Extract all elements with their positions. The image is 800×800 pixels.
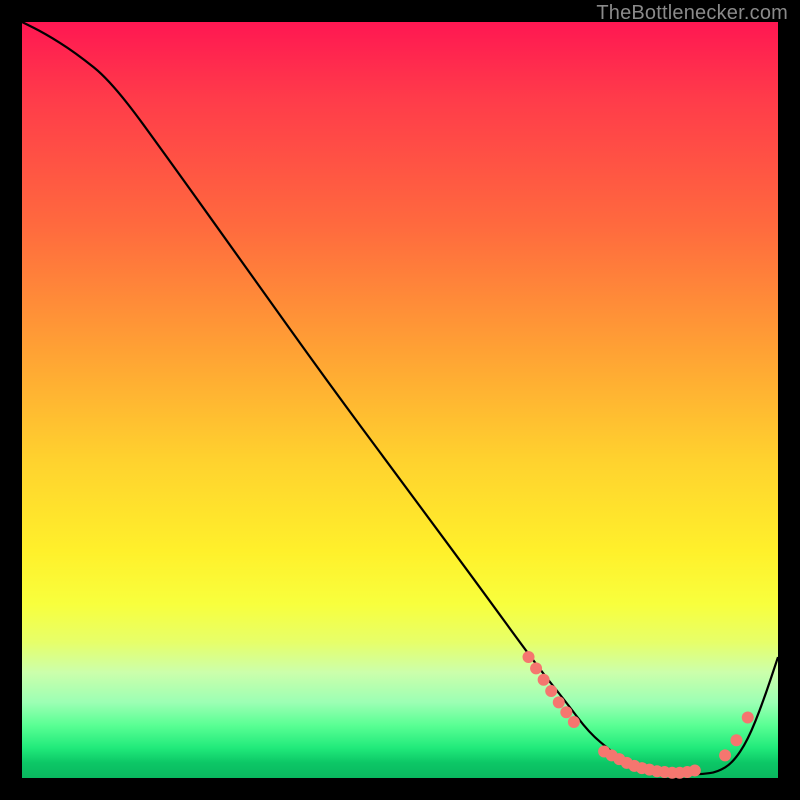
chart-marker	[719, 749, 731, 761]
chart-marker	[689, 764, 701, 776]
chart-marker	[553, 696, 565, 708]
chart-marker	[545, 685, 557, 697]
chart-curve	[22, 22, 778, 774]
chart-marker	[560, 706, 572, 718]
chart-markers	[523, 651, 754, 779]
chart-marker	[568, 716, 580, 728]
chart-root: TheBottlenecker.com	[0, 0, 800, 800]
chart-marker	[538, 674, 550, 686]
chart-marker	[742, 712, 754, 724]
chart-marker	[730, 734, 742, 746]
chart-marker	[523, 651, 535, 663]
chart-svg	[22, 22, 778, 778]
watermark-text: TheBottlenecker.com	[596, 2, 788, 25]
chart-marker	[530, 662, 542, 674]
